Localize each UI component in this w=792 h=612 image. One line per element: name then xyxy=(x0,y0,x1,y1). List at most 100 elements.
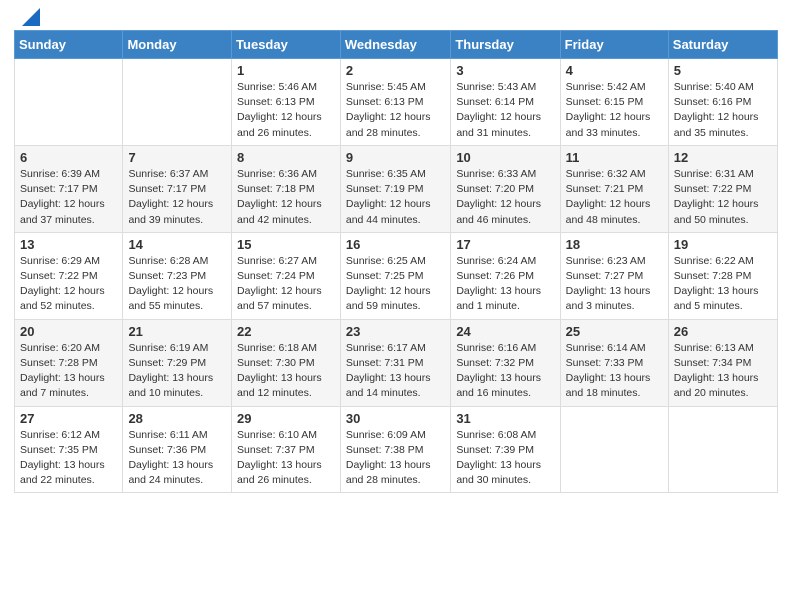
day-info: Sunrise: 6:10 AM Sunset: 7:37 PM Dayligh… xyxy=(237,428,335,489)
calendar-cell: 12 Sunrise: 6:31 AM Sunset: 7:22 PM Dayli… xyxy=(668,145,777,232)
day-info: Sunrise: 6:36 AM Sunset: 7:18 PM Dayligh… xyxy=(237,167,335,228)
day-info: Sunrise: 6:20 AM Sunset: 7:28 PM Dayligh… xyxy=(20,341,117,402)
day-header-wednesday: Wednesday xyxy=(340,31,450,59)
day-info: Sunrise: 6:13 AM Sunset: 7:34 PM Dayligh… xyxy=(674,341,772,402)
week-row: 27Sunrise: 6:12 AM Sunset: 7:35 PM Dayli… xyxy=(15,406,778,493)
week-row: 1 Sunrise: 5:46 AM Sunset: 6:13 PM Daylig… xyxy=(15,59,778,146)
day-number: 29 xyxy=(237,411,335,426)
calendar-cell: 23 Sunrise: 6:17 AM Sunset: 7:31 PM Dayli… xyxy=(340,319,450,406)
day-header-thursday: Thursday xyxy=(451,31,560,59)
day-info: Sunrise: 6:37 AM Sunset: 7:17 PM Dayligh… xyxy=(128,167,226,228)
calendar-cell: 22 Sunrise: 6:18 AM Sunset: 7:30 PM Dayli… xyxy=(232,319,341,406)
page-header xyxy=(0,0,792,30)
day-info: Sunrise: 6:23 AM Sunset: 7:27 PM Dayligh… xyxy=(566,254,663,315)
day-number: 21 xyxy=(128,324,226,339)
calendar-cell: 24 Sunrise: 6:16 AM Sunset: 7:32 PM Dayli… xyxy=(451,319,560,406)
day-number: 19 xyxy=(674,237,772,252)
calendar-cell: 18 Sunrise: 6:23 AM Sunset: 7:27 PM Dayli… xyxy=(560,232,668,319)
day-info: Sunrise: 6:31 AM Sunset: 7:22 PM Dayligh… xyxy=(674,167,772,228)
day-number: 23 xyxy=(346,324,445,339)
day-number: 10 xyxy=(456,150,554,165)
day-info: Sunrise: 6:29 AM Sunset: 7:22 PM Dayligh… xyxy=(20,254,117,315)
calendar-cell: 28 Sunrise: 6:11 AM Sunset: 7:36 PM Dayli… xyxy=(123,406,232,493)
day-info: Sunrise: 6:16 AM Sunset: 7:32 PM Dayligh… xyxy=(456,341,554,402)
calendar-cell: 14Sunrise: 6:28 AM Sunset: 7:23 PM Dayli… xyxy=(123,232,232,319)
week-row: 6 Sunrise: 6:39 AM Sunset: 7:17 PM Daylig… xyxy=(15,145,778,232)
day-number: 27 xyxy=(20,411,117,426)
day-info: Sunrise: 6:11 AM Sunset: 7:36 PM Dayligh… xyxy=(128,428,226,489)
day-header-monday: Monday xyxy=(123,31,232,59)
day-number: 12 xyxy=(674,150,772,165)
day-info: Sunrise: 6:27 AM Sunset: 7:24 PM Dayligh… xyxy=(237,254,335,315)
day-info: Sunrise: 5:40 AM Sunset: 6:16 PM Dayligh… xyxy=(674,80,772,141)
day-number: 31 xyxy=(456,411,554,426)
day-number: 1 xyxy=(237,63,335,78)
day-info: Sunrise: 6:08 AM Sunset: 7:39 PM Dayligh… xyxy=(456,428,554,489)
day-number: 2 xyxy=(346,63,445,78)
day-info: Sunrise: 6:22 AM Sunset: 7:28 PM Dayligh… xyxy=(674,254,772,315)
day-header-sunday: Sunday xyxy=(15,31,123,59)
calendar-cell: 11 Sunrise: 6:32 AM Sunset: 7:21 PM Dayli… xyxy=(560,145,668,232)
day-info: Sunrise: 6:33 AM Sunset: 7:20 PM Dayligh… xyxy=(456,167,554,228)
day-number: 16 xyxy=(346,237,445,252)
calendar-cell: 13 Sunrise: 6:29 AM Sunset: 7:22 PM Dayli… xyxy=(15,232,123,319)
calendar-cell: 25 Sunrise: 6:14 AM Sunset: 7:33 PM Dayli… xyxy=(560,319,668,406)
day-info: Sunrise: 6:17 AM Sunset: 7:31 PM Dayligh… xyxy=(346,341,445,402)
day-info: Sunrise: 6:18 AM Sunset: 7:30 PM Dayligh… xyxy=(237,341,335,402)
calendar-cell xyxy=(668,406,777,493)
calendar-cell: 29 Sunrise: 6:10 AM Sunset: 7:37 PM Dayli… xyxy=(232,406,341,493)
day-number: 26 xyxy=(674,324,772,339)
calendar-cell: 4 Sunrise: 5:42 AM Sunset: 6:15 PM Daylig… xyxy=(560,59,668,146)
calendar-cell: 17 Sunrise: 6:24 AM Sunset: 7:26 PM Dayli… xyxy=(451,232,560,319)
day-number: 18 xyxy=(566,237,663,252)
calendar-cell: 20Sunrise: 6:20 AM Sunset: 7:28 PM Dayli… xyxy=(15,319,123,406)
day-number: 15 xyxy=(237,237,335,252)
day-info: Sunrise: 6:35 AM Sunset: 7:19 PM Dayligh… xyxy=(346,167,445,228)
calendar-container: SundayMondayTuesdayWednesdayThursdayFrid… xyxy=(0,30,792,507)
calendar-table: SundayMondayTuesdayWednesdayThursdayFrid… xyxy=(14,30,778,493)
day-header-saturday: Saturday xyxy=(668,31,777,59)
day-number: 30 xyxy=(346,411,445,426)
day-number: 11 xyxy=(566,150,663,165)
day-number: 6 xyxy=(20,150,117,165)
calendar-cell: 16 Sunrise: 6:25 AM Sunset: 7:25 PM Dayli… xyxy=(340,232,450,319)
day-number: 13 xyxy=(20,237,117,252)
calendar-cell: 9Sunrise: 6:35 AM Sunset: 7:19 PM Daylig… xyxy=(340,145,450,232)
logo-bird-icon xyxy=(22,8,40,26)
calendar-cell xyxy=(123,59,232,146)
day-info: Sunrise: 6:24 AM Sunset: 7:26 PM Dayligh… xyxy=(456,254,554,315)
calendar-cell: 7Sunrise: 6:37 AM Sunset: 7:17 PM Daylig… xyxy=(123,145,232,232)
day-info: Sunrise: 6:28 AM Sunset: 7:23 PM Dayligh… xyxy=(128,254,226,315)
day-header-friday: Friday xyxy=(560,31,668,59)
day-info: Sunrise: 6:09 AM Sunset: 7:38 PM Dayligh… xyxy=(346,428,445,489)
calendar-cell: 8 Sunrise: 6:36 AM Sunset: 7:18 PM Daylig… xyxy=(232,145,341,232)
day-info: Sunrise: 6:14 AM Sunset: 7:33 PM Dayligh… xyxy=(566,341,663,402)
calendar-cell: 27Sunrise: 6:12 AM Sunset: 7:35 PM Dayli… xyxy=(15,406,123,493)
day-number: 3 xyxy=(456,63,554,78)
day-info: Sunrise: 6:39 AM Sunset: 7:17 PM Dayligh… xyxy=(20,167,117,228)
day-number: 4 xyxy=(566,63,663,78)
calendar-cell: 19 Sunrise: 6:22 AM Sunset: 7:28 PM Dayli… xyxy=(668,232,777,319)
day-info: Sunrise: 5:46 AM Sunset: 6:13 PM Dayligh… xyxy=(237,80,335,141)
calendar-cell xyxy=(560,406,668,493)
logo xyxy=(20,16,40,22)
day-number: 25 xyxy=(566,324,663,339)
day-info: Sunrise: 5:42 AM Sunset: 6:15 PM Dayligh… xyxy=(566,80,663,141)
calendar-cell: 10 Sunrise: 6:33 AM Sunset: 7:20 PM Dayli… xyxy=(451,145,560,232)
day-number: 22 xyxy=(237,324,335,339)
day-number: 8 xyxy=(237,150,335,165)
week-row: 20Sunrise: 6:20 AM Sunset: 7:28 PM Dayli… xyxy=(15,319,778,406)
day-number: 24 xyxy=(456,324,554,339)
calendar-cell: 1 Sunrise: 5:46 AM Sunset: 6:13 PM Daylig… xyxy=(232,59,341,146)
calendar-cell xyxy=(15,59,123,146)
calendar-header: SundayMondayTuesdayWednesdayThursdayFrid… xyxy=(15,31,778,59)
day-info: Sunrise: 6:32 AM Sunset: 7:21 PM Dayligh… xyxy=(566,167,663,228)
day-number: 17 xyxy=(456,237,554,252)
day-info: Sunrise: 5:43 AM Sunset: 6:14 PM Dayligh… xyxy=(456,80,554,141)
calendar-cell: 15 Sunrise: 6:27 AM Sunset: 7:24 PM Dayli… xyxy=(232,232,341,319)
day-number: 28 xyxy=(128,411,226,426)
calendar-cell: 5Sunrise: 5:40 AM Sunset: 6:16 PM Daylig… xyxy=(668,59,777,146)
day-info: Sunrise: 6:25 AM Sunset: 7:25 PM Dayligh… xyxy=(346,254,445,315)
week-row: 13 Sunrise: 6:29 AM Sunset: 7:22 PM Dayli… xyxy=(15,232,778,319)
day-info: Sunrise: 6:19 AM Sunset: 7:29 PM Dayligh… xyxy=(128,341,226,402)
